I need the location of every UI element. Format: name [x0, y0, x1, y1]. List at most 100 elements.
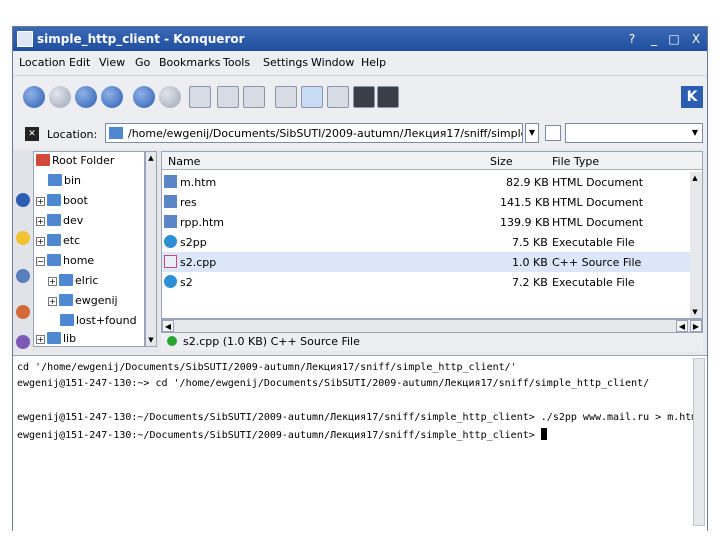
- expand-icon[interactable]: +: [48, 277, 57, 286]
- folder-icon: [47, 214, 61, 226]
- column-name[interactable]: Name: [168, 155, 200, 168]
- location-toolbar: ✕ Location: /home/ewgenij/Documents/SibS…: [13, 119, 707, 149]
- collapse-icon[interactable]: −: [36, 257, 45, 266]
- tree-item-ewgenij[interactable]: + ewgenij: [48, 294, 118, 312]
- window-title: simple_http_client - Konqueror: [37, 32, 245, 46]
- stop-icon[interactable]: [159, 86, 181, 108]
- go-icon[interactable]: [545, 125, 561, 141]
- window-menu-icon[interactable]: [17, 31, 33, 47]
- sidebar-tab-bookmarks-icon[interactable]: [16, 231, 30, 245]
- terminal-line: ewgenij@151-247-130:~/Documents/SibSUTI/…: [17, 412, 698, 423]
- zoom-in-icon[interactable]: [217, 86, 239, 108]
- konsole-icon[interactable]: [377, 86, 399, 108]
- file-row[interactable]: m.htm 82.9 KB HTML Document: [162, 172, 702, 192]
- sidebar-tab-history-icon[interactable]: [16, 193, 30, 207]
- cpp-file-icon: [164, 255, 177, 268]
- terminal-scrollbar[interactable]: [693, 358, 705, 526]
- print-icon[interactable]: [189, 86, 211, 108]
- html-file-icon: [164, 215, 177, 228]
- file-row[interactable]: rpp.htm 139.9 KB HTML Document: [162, 212, 702, 232]
- location-value: /home/ewgenij/Documents/SibSUTI/2009-aut…: [128, 127, 522, 140]
- tree-item-elric[interactable]: + elric: [48, 274, 98, 292]
- expand-icon[interactable]: +: [36, 237, 45, 246]
- folder-icon: [48, 174, 62, 186]
- tree-item-bin[interactable]: bin: [48, 174, 81, 192]
- menu-window[interactable]: Window: [311, 56, 354, 69]
- help-button[interactable]: ?: [623, 30, 641, 48]
- sidebar-tab-network-icon[interactable]: [16, 269, 30, 283]
- tree-scrollbar[interactable]: ▲ ▼: [145, 151, 157, 347]
- file-row[interactable]: s2pp 7.5 KB Executable File: [162, 232, 702, 252]
- terminal-icon[interactable]: [353, 86, 375, 108]
- zoom-out-icon[interactable]: [243, 86, 265, 108]
- maximize-button[interactable]: □: [665, 30, 683, 48]
- expand-icon[interactable]: +: [36, 217, 45, 226]
- sidebar-tab-services-icon[interactable]: [16, 335, 30, 349]
- menu-view[interactable]: View: [99, 56, 125, 69]
- home-icon[interactable]: [101, 86, 123, 108]
- tree-item-dev[interactable]: + dev: [36, 214, 83, 232]
- scroll-down-icon[interactable]: ▼: [146, 334, 156, 346]
- menu-bar: Location Edit View Go Bookmarks Tools Se…: [13, 51, 707, 75]
- expand-icon[interactable]: +: [36, 197, 45, 206]
- kde-logo-icon: K: [681, 86, 703, 108]
- file-row-selected[interactable]: s2.cpp 1.0 KB C++ Source File: [162, 252, 702, 272]
- column-size[interactable]: Size: [490, 155, 513, 168]
- tree-item-lib[interactable]: + lib: [36, 332, 76, 346]
- location-input[interactable]: /home/ewgenij/Documents/SibSUTI/2009-aut…: [105, 123, 523, 143]
- icon-view-icon[interactable]: [275, 86, 297, 108]
- expand-icon[interactable]: +: [36, 335, 45, 344]
- scroll-right-icon[interactable]: ▶: [690, 320, 702, 332]
- menu-help[interactable]: Help: [361, 56, 386, 69]
- menu-bookmarks[interactable]: Bookmarks: [159, 56, 220, 69]
- folder-icon: [60, 314, 74, 326]
- title-bar[interactable]: simple_http_client - Konqueror ? _ □ X: [13, 27, 707, 51]
- main-toolbar: K: [13, 75, 707, 119]
- back-icon[interactable]: [23, 86, 45, 108]
- menu-location[interactable]: Location: [19, 56, 66, 69]
- file-list-hscrollbar[interactable]: ◀ ◀ ▶: [161, 319, 703, 333]
- detail-view-icon[interactable]: [301, 86, 323, 108]
- tree-view-icon[interactable]: [327, 86, 349, 108]
- scroll-up-icon[interactable]: ▲: [146, 152, 156, 164]
- tree-item-home[interactable]: − home: [36, 254, 94, 272]
- scroll-left-icon[interactable]: ◀: [162, 320, 174, 332]
- reload-icon[interactable]: [133, 86, 155, 108]
- html-file-icon: [164, 175, 177, 188]
- folder-open-icon: [47, 254, 61, 266]
- menu-go[interactable]: Go: [135, 56, 150, 69]
- menu-edit[interactable]: Edit: [69, 56, 90, 69]
- terminal-panel[interactable]: cd '/home/ewgenij/Documents/SibSUTI/2009…: [13, 355, 707, 531]
- file-list-scrollbar[interactable]: ▲ ▼: [690, 172, 702, 318]
- column-file-type[interactable]: File Type: [552, 155, 599, 168]
- scroll-left-small-icon[interactable]: ◀: [676, 320, 688, 332]
- file-list: Name Size File Type m.htm 82.9 KB HTML D…: [161, 151, 703, 319]
- minimize-button[interactable]: _: [645, 30, 663, 48]
- terminal-line: cd '/home/ewgenij/Documents/SibSUTI/2009…: [17, 362, 517, 373]
- sidebar-tab-home-icon[interactable]: [16, 305, 30, 319]
- tree-item-root[interactable]: Root Folder: [36, 154, 114, 172]
- tree-item-boot[interactable]: + boot: [36, 194, 88, 212]
- search-input[interactable]: ▼: [565, 123, 703, 143]
- scroll-up-icon[interactable]: ▲: [690, 172, 700, 184]
- folder-icon: [59, 294, 73, 306]
- tree-item-lost-found[interactable]: lost+found: [60, 314, 137, 332]
- menu-settings[interactable]: Settings: [263, 56, 308, 69]
- terminal-prompt-line: ewgenij@151-247-130:~/Documents/SibSUTI/…: [17, 428, 547, 441]
- expand-icon[interactable]: +: [48, 297, 57, 306]
- up-icon[interactable]: [75, 86, 97, 108]
- menu-tools[interactable]: Tools: [223, 56, 250, 69]
- close-button[interactable]: X: [687, 30, 705, 48]
- location-dropdown-icon[interactable]: ▼: [525, 123, 539, 143]
- folder-icon: [47, 194, 61, 206]
- search-dropdown-icon[interactable]: ▼: [688, 124, 702, 142]
- file-list-header: Name Size File Type: [162, 152, 702, 170]
- folder-icon: [47, 332, 61, 344]
- tree-item-etc[interactable]: + etc: [36, 234, 80, 252]
- file-row[interactable]: s2 7.2 KB Executable File: [162, 272, 702, 292]
- clear-location-icon[interactable]: ✕: [25, 127, 39, 141]
- scroll-down-icon[interactable]: ▼: [690, 306, 700, 318]
- root-folder-icon: [36, 154, 50, 166]
- file-row[interactable]: res 141.5 KB HTML Document: [162, 192, 702, 212]
- forward-icon[interactable]: [49, 86, 71, 108]
